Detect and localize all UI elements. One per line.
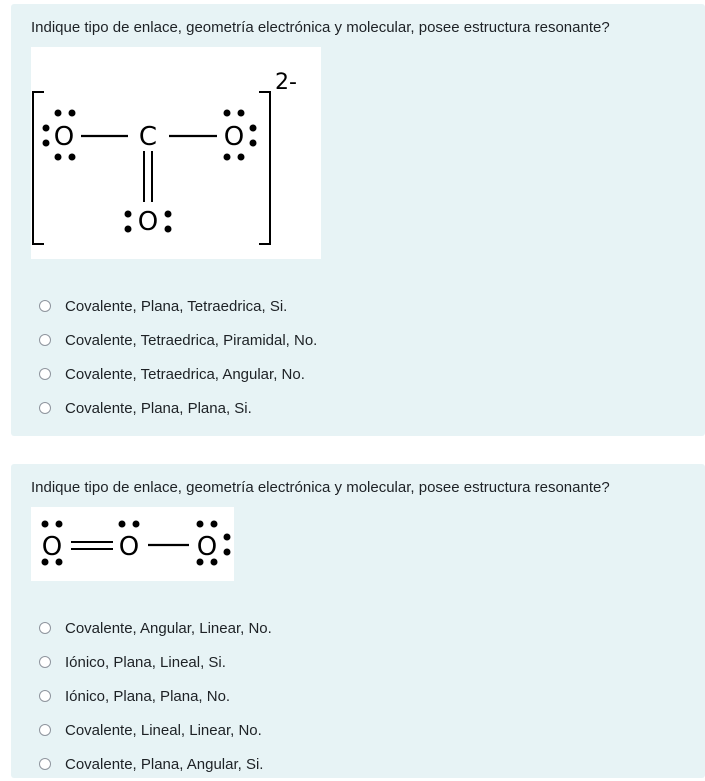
option-label: Covalente, Plana, Tetraedrica, Si.: [65, 297, 288, 315]
option-label: Covalente, Plana, Angular, Si.: [65, 755, 264, 773]
option-label: Covalente, Angular, Linear, No.: [65, 619, 272, 637]
radio-button[interactable]: [39, 622, 51, 634]
lewis-structure-carbonate-image: 2- O C O O: [31, 47, 321, 259]
question-card-1: Indique tipo de enlace, geometría electr…: [11, 4, 705, 436]
answer-option[interactable]: Covalente, Plana, Plana, Si.: [31, 391, 685, 425]
answer-option[interactable]: Covalente, Lineal, Linear, No.: [31, 713, 685, 747]
radio-button[interactable]: [39, 334, 51, 346]
svg-text:C: C: [139, 122, 157, 152]
radio-button[interactable]: [39, 690, 51, 702]
answer-option[interactable]: Iónico, Plana, Plana, No.: [31, 679, 685, 713]
answer-option[interactable]: Covalente, Angular, Linear, No.: [31, 611, 685, 645]
answer-option[interactable]: Covalente, Tetraedrica, Piramidal, No.: [31, 323, 685, 357]
option-label: Covalente, Plana, Plana, Si.: [65, 399, 252, 417]
radio-button[interactable]: [39, 368, 51, 380]
svg-text:O: O: [197, 532, 217, 562]
answer-option[interactable]: Covalente, Plana, Tetraedrica, Si.: [31, 289, 685, 323]
lewis-structure-ozone-image: O O O: [31, 507, 234, 581]
radio-button[interactable]: [39, 300, 51, 312]
question-card-2: Indique tipo de enlace, geometría electr…: [11, 464, 705, 778]
svg-text:O: O: [138, 207, 158, 237]
option-label: Covalente, Tetraedrica, Piramidal, No.: [65, 331, 318, 349]
svg-text:O: O: [42, 532, 62, 562]
option-label: Covalente, Lineal, Linear, No.: [65, 721, 262, 739]
radio-button[interactable]: [39, 724, 51, 736]
answer-option[interactable]: Covalente, Tetraedrica, Angular, No.: [31, 357, 685, 391]
svg-text:O: O: [54, 122, 74, 152]
option-label: Iónico, Plana, Lineal, Si.: [65, 653, 226, 671]
answer-options: Covalente, Angular, Linear, No. Iónico, …: [31, 611, 685, 781]
question-text: Indique tipo de enlace, geometría electr…: [31, 479, 610, 496]
radio-button[interactable]: [39, 758, 51, 770]
answer-options: Covalente, Plana, Tetraedrica, Si. Coval…: [31, 289, 685, 425]
ion-charge: 2-: [275, 70, 297, 95]
answer-option[interactable]: Iónico, Plana, Lineal, Si.: [31, 645, 685, 679]
question-text: Indique tipo de enlace, geometría electr…: [31, 19, 610, 36]
radio-button[interactable]: [39, 656, 51, 668]
svg-text:O: O: [224, 122, 244, 152]
svg-text:O: O: [119, 532, 139, 562]
answer-option[interactable]: Covalente, Plana, Angular, Si.: [31, 747, 685, 781]
option-label: Iónico, Plana, Plana, No.: [65, 687, 231, 705]
option-label: Covalente, Tetraedrica, Angular, No.: [65, 365, 305, 383]
radio-button[interactable]: [39, 402, 51, 414]
